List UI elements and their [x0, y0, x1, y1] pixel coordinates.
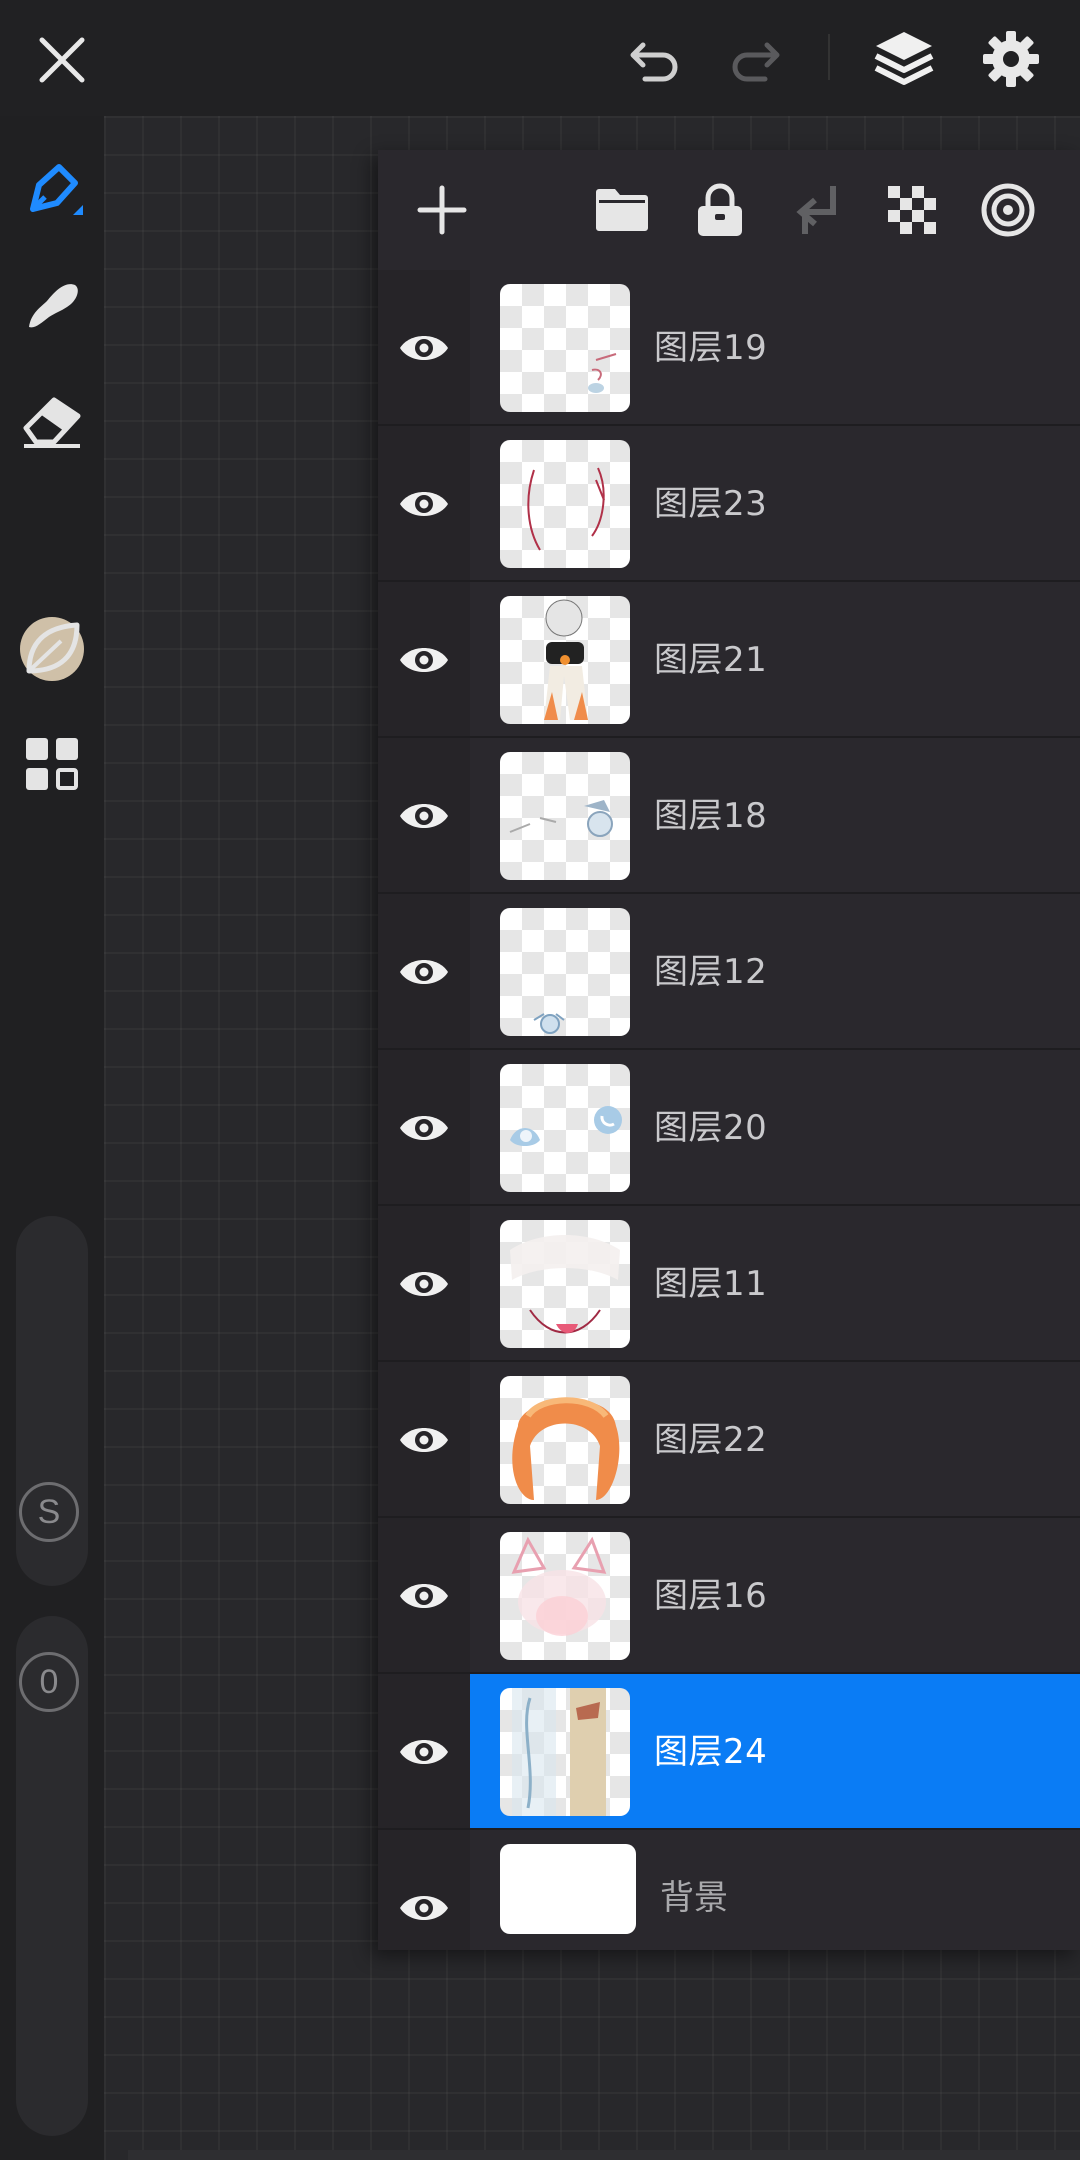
eye-cell: [378, 1518, 470, 1674]
layer-row[interactable]: 图层24: [378, 1674, 1080, 1830]
layer-name: 图层20: [654, 1108, 768, 1148]
layer-thumbnail: [500, 1220, 630, 1348]
eye-icon[interactable]: [398, 1264, 450, 1304]
left-toolbar: S 0: [0, 116, 104, 2160]
eye-cell: [378, 582, 470, 738]
background-layer-name: 背景: [660, 1878, 728, 1918]
opacity-slider-label: 0: [39, 1662, 59, 1701]
merge-down-icon[interactable]: [782, 176, 850, 244]
eye-icon[interactable]: [398, 952, 450, 992]
eye-icon[interactable]: [398, 796, 450, 836]
eraser-tool-icon[interactable]: [16, 384, 88, 456]
eye-icon[interactable]: [398, 1888, 450, 1928]
target-icon[interactable]: [974, 176, 1042, 244]
layer-name: 图层23: [654, 484, 768, 524]
layer-name: 图层21: [654, 640, 768, 680]
eye-icon[interactable]: [398, 1732, 450, 1772]
eye-icon[interactable]: [398, 1420, 450, 1460]
layer-row[interactable]: 图层11: [378, 1206, 1080, 1362]
smudge-tool-icon[interactable]: [16, 268, 88, 340]
layer-row[interactable]: 图层20: [378, 1050, 1080, 1206]
eye-cell: [378, 738, 470, 894]
top-bar: [0, 0, 1080, 116]
layer-thumbnail: [500, 1376, 630, 1504]
layers-icon[interactable]: [866, 24, 942, 94]
eye-icon[interactable]: [398, 1576, 450, 1616]
layer-thumbnail: [500, 1688, 630, 1816]
canvas-bottom-strip: [128, 2150, 1080, 2160]
eye-icon[interactable]: [398, 1108, 450, 1148]
eye-cell: [378, 1206, 470, 1362]
layer-row[interactable]: 图层18: [378, 738, 1080, 894]
layer-row[interactable]: 图层23: [378, 426, 1080, 582]
transparency-icon[interactable]: [878, 176, 946, 244]
background-layer-row[interactable]: 背景: [378, 1830, 1080, 1950]
layer-name: 图层22: [654, 1420, 768, 1460]
layer-name: 图层16: [654, 1576, 768, 1616]
gear-icon[interactable]: [976, 24, 1046, 94]
eye-cell: [378, 1830, 470, 1950]
opacity-slider-knob[interactable]: 0: [19, 1652, 79, 1712]
layer-name: 图层11: [654, 1264, 768, 1304]
pen-tool-icon[interactable]: [16, 156, 88, 228]
layer-name: 图层12: [654, 952, 768, 992]
folder-icon[interactable]: [588, 176, 656, 244]
eye-cell: [378, 1674, 470, 1830]
eye-cell: [378, 1362, 470, 1518]
layers-panel: 图层19 图层23 图层21 图层18 图层12 图层20 图层11 图层22 图层16 图层24…: [378, 150, 1080, 1950]
eye-cell: [378, 270, 470, 426]
grid-icon[interactable]: [16, 728, 88, 800]
layer-name: 图层18: [654, 796, 768, 836]
eye-cell: [378, 426, 470, 582]
layers-panel-toolbar: [378, 150, 1080, 270]
eye-cell: [378, 1050, 470, 1206]
layer-thumbnail: [500, 440, 630, 568]
redo-icon[interactable]: [720, 28, 790, 92]
layer-thumbnail: [500, 596, 630, 724]
eye-icon[interactable]: [398, 640, 450, 680]
size-slider-label: S: [37, 1492, 61, 1531]
layer-thumbnail: [500, 1532, 630, 1660]
add-layer-icon[interactable]: [408, 176, 476, 244]
layer-thumbnail: [500, 908, 630, 1036]
toolbar-divider: [828, 34, 830, 80]
leaf-icon[interactable]: [16, 612, 88, 684]
layer-name: 图层24: [654, 1732, 768, 1772]
background-thumbnail: [500, 1844, 636, 1934]
eye-icon[interactable]: [398, 328, 450, 368]
eye-cell: [378, 894, 470, 1050]
close-icon[interactable]: [30, 28, 94, 92]
undo-icon[interactable]: [620, 28, 690, 92]
size-slider-knob[interactable]: S: [19, 1482, 79, 1542]
layer-row[interactable]: 图层21: [378, 582, 1080, 738]
lock-icon[interactable]: [686, 176, 754, 244]
layer-row[interactable]: 图层12: [378, 894, 1080, 1050]
layer-thumbnail: [500, 1064, 630, 1192]
layer-thumbnail: [500, 284, 630, 412]
eye-icon[interactable]: [398, 484, 450, 524]
layer-row[interactable]: 图层16: [378, 1518, 1080, 1674]
layer-row[interactable]: 图层22: [378, 1362, 1080, 1518]
layer-thumbnail: [500, 752, 630, 880]
layer-row[interactable]: 图层19: [378, 270, 1080, 426]
layer-name: 图层19: [654, 328, 768, 368]
